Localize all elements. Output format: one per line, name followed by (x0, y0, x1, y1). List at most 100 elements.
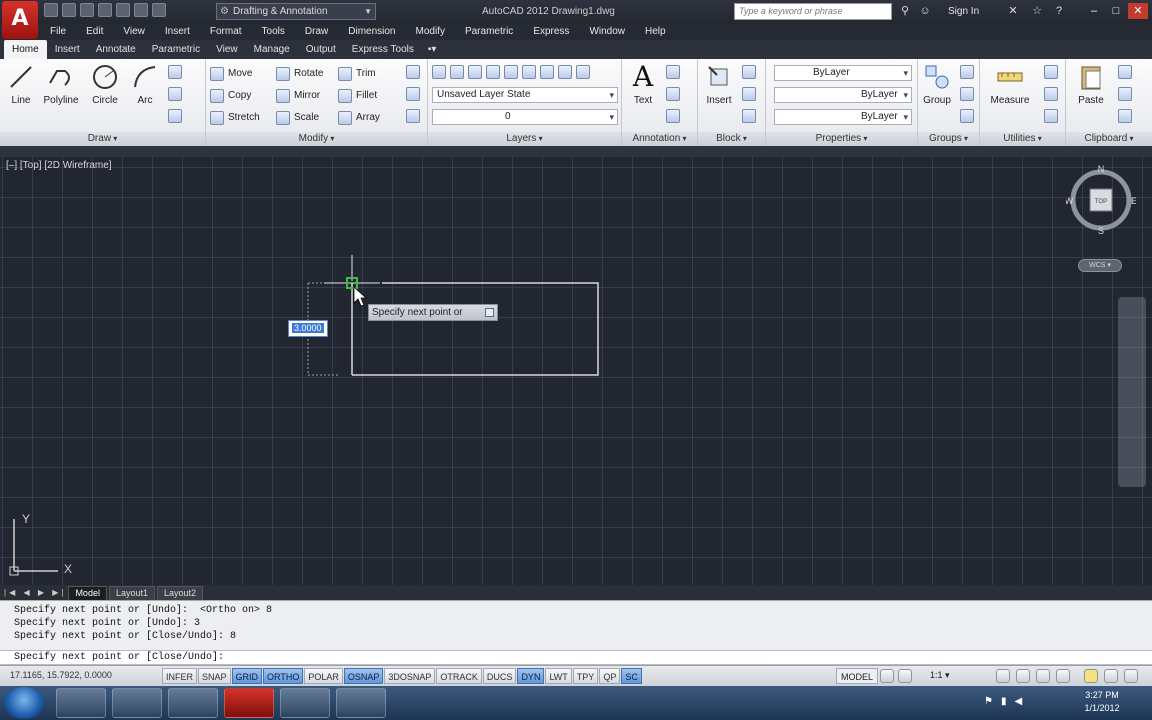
stretch-button[interactable]: Stretch (210, 109, 260, 127)
media-player-taskbar-icon[interactable] (112, 688, 162, 718)
layout-nav-arrows[interactable]: |◀ ◀ ▶ ▶| (4, 588, 66, 597)
menu-tools[interactable]: Tools (252, 24, 295, 40)
app-taskbar-icon[interactable] (280, 688, 330, 718)
clipboard-panel-title[interactable]: Clipboard (1066, 132, 1152, 146)
linetype-dropdown[interactable]: ByLayer (774, 87, 912, 103)
fillet-button[interactable]: Fillet (338, 87, 377, 105)
group-button[interactable]: Group (918, 63, 956, 106)
point-style-icon[interactable] (1044, 87, 1058, 106)
rectangle-icon[interactable] (168, 65, 182, 84)
cut-icon[interactable] (1118, 65, 1132, 84)
dimension-icon[interactable] (666, 65, 680, 84)
sign-in-link[interactable]: Sign In (948, 6, 979, 17)
offset-icon[interactable] (406, 109, 420, 128)
menu-modify[interactable]: Modify (406, 24, 455, 40)
layer-icon[interactable] (576, 65, 590, 79)
group-select-icon[interactable] (960, 109, 974, 128)
erase-icon[interactable] (406, 65, 420, 84)
utilities-panel-title[interactable]: Utilities (980, 132, 1065, 146)
layer-icon[interactable] (522, 65, 536, 79)
workspace-dropdown[interactable]: Drafting & Annotation (216, 3, 376, 20)
insert-block-button[interactable]: Insert (700, 63, 738, 106)
network-icon[interactable]: ▮ (1001, 696, 1007, 707)
tab-insert[interactable]: Insert (47, 40, 88, 59)
quick-calc-icon[interactable] (1044, 65, 1058, 84)
toggle-tpy[interactable]: TPY (572, 668, 599, 684)
toggle-dyn[interactable]: DYN (517, 668, 545, 684)
minimize-button[interactable]: – (1084, 3, 1104, 19)
layer-icon[interactable] (540, 65, 554, 79)
block-panel-title[interactable]: Block (698, 132, 765, 146)
region-icon[interactable] (168, 109, 182, 128)
lineweight-dropdown[interactable]: ByLayer (774, 109, 912, 125)
layer-icon[interactable] (450, 65, 464, 79)
polyline-button[interactable]: Polyline (40, 63, 82, 106)
volume-icon[interactable]: ◀ (1014, 696, 1022, 707)
rotate-button[interactable]: Rotate (276, 65, 323, 83)
layers-panel-title[interactable]: Layers (428, 132, 621, 146)
toggle-qp[interactable]: QP (599, 668, 621, 684)
plot-icon[interactable] (116, 3, 130, 17)
start-button[interactable] (4, 687, 44, 719)
toggle-sc[interactable]: SC (621, 668, 642, 684)
array-button[interactable]: Array (338, 109, 380, 127)
layer-icon[interactable] (558, 65, 572, 79)
menu-edit[interactable]: Edit (76, 24, 113, 40)
toggle-ducs[interactable]: DUCS (482, 668, 517, 684)
window-taskbar-icon[interactable] (336, 688, 386, 718)
menu-file[interactable]: File (40, 24, 76, 40)
modify-panel-title[interactable]: Modify (206, 132, 427, 146)
options-arrow-icon[interactable] (485, 308, 494, 317)
ungroup-icon[interactable] (960, 65, 974, 84)
save-as-icon[interactable] (98, 3, 112, 17)
select-all-icon[interactable] (1044, 109, 1058, 128)
menu-window[interactable]: Window (579, 24, 635, 40)
scale-button[interactable]: Scale (276, 109, 319, 127)
line-button[interactable]: Line (2, 63, 40, 106)
viewcube[interactable]: TOP N S E W (1066, 165, 1136, 235)
menu-format[interactable]: Format (200, 24, 252, 40)
text-button[interactable]: A Text (624, 63, 662, 107)
navigation-bar[interactable] (1118, 297, 1146, 487)
star-icon[interactable]: ☆ (1030, 4, 1044, 18)
toggle-otrack[interactable]: OTRACK (436, 668, 482, 684)
arc-button[interactable]: Arc (126, 63, 164, 106)
explorer-taskbar-icon[interactable] (56, 688, 106, 718)
toggle-infer[interactable]: INFER (162, 668, 197, 684)
compass-west[interactable]: W (1066, 196, 1074, 206)
match-properties-icon[interactable] (1118, 109, 1132, 128)
tab-model[interactable]: Model (68, 585, 107, 600)
wcs-menu-button[interactable]: WCS ▾ (1078, 259, 1122, 272)
current-layer-dropdown[interactable]: 0 (432, 109, 618, 125)
menu-parametric[interactable]: Parametric (455, 24, 523, 40)
table-icon[interactable] (666, 109, 680, 128)
compass-east[interactable]: E (1131, 196, 1136, 206)
quick-view-layouts-icon[interactable] (880, 669, 894, 683)
coordinate-readout[interactable]: 17.1165, 15.7922, 0.0000 (10, 670, 112, 680)
ribbon-toggle-button[interactable]: ▪▾ (422, 40, 443, 59)
menu-insert[interactable]: Insert (155, 24, 200, 40)
tab-view[interactable]: View (208, 40, 246, 59)
toggle-ortho[interactable]: ORTHO (263, 668, 304, 684)
edit-block-icon[interactable] (742, 87, 756, 106)
compass-south[interactable]: S (1098, 226, 1104, 235)
leader-icon[interactable] (666, 87, 680, 106)
toggle-lwt[interactable]: LWT (545, 668, 572, 684)
toggle-3dosnap[interactable]: 3DOSNAP (384, 668, 436, 684)
menu-dimension[interactable]: Dimension (338, 24, 405, 40)
compass-north[interactable]: N (1098, 165, 1105, 174)
open-icon[interactable] (62, 3, 76, 17)
menu-draw[interactable]: Draw (295, 24, 338, 40)
tab-home[interactable]: Home (4, 40, 47, 59)
status-menu-icon[interactable] (1104, 669, 1118, 683)
clean-screen-icon[interactable] (1124, 669, 1138, 683)
create-block-icon[interactable] (742, 65, 756, 84)
mirror-button[interactable]: Mirror (276, 87, 320, 105)
tab-parametric[interactable]: Parametric (144, 40, 208, 59)
tab-manage[interactable]: Manage (246, 40, 298, 59)
application-menu-button[interactable]: A (2, 1, 38, 39)
firefox-taskbar-icon[interactable] (168, 688, 218, 718)
model-space-button[interactable]: MODEL (836, 668, 879, 684)
quick-view-drawings-icon[interactable] (898, 669, 912, 683)
copy-clip-icon[interactable] (1118, 87, 1132, 106)
